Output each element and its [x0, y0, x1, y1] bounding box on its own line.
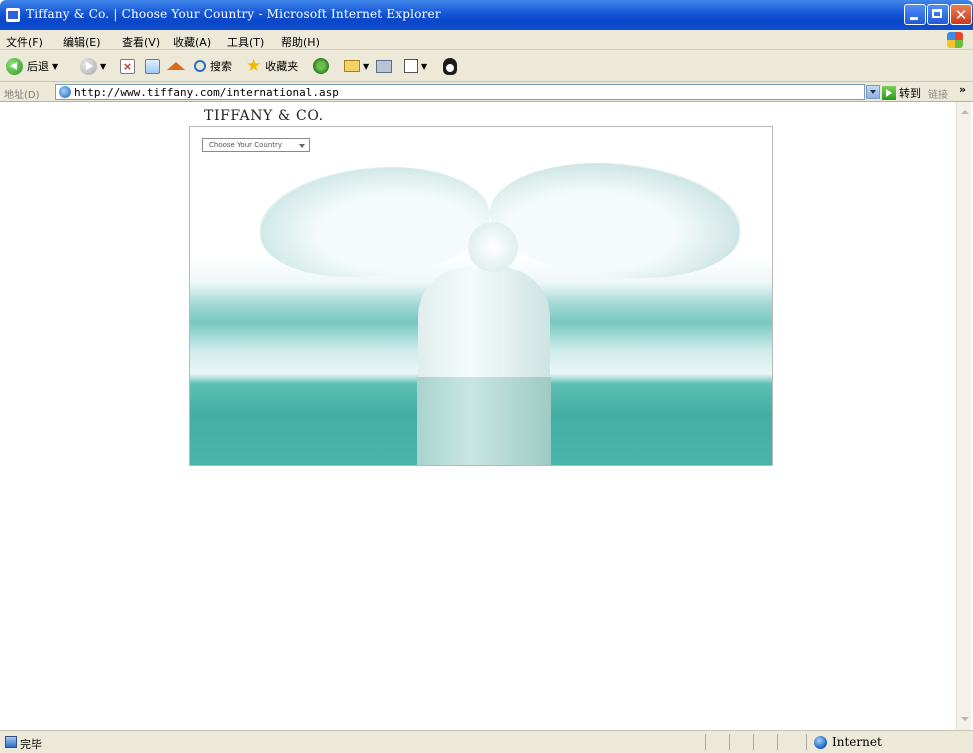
maximize-button[interactable] — [927, 4, 949, 25]
back-dropdown-icon[interactable]: ▼ — [52, 62, 58, 71]
status-divider — [705, 734, 706, 750]
qq-button[interactable] — [443, 57, 457, 75]
menu-bar: 文件(F) 编辑(E) 查看(V) 收藏(A) 工具(T) 帮助(H) — [0, 30, 973, 50]
go-arrow-icon — [882, 86, 896, 100]
ie-window-icon[interactable] — [6, 8, 20, 22]
menu-file[interactable]: 文件(F) — [6, 34, 43, 50]
page-done-icon — [5, 736, 17, 748]
qq-penguin-icon — [443, 57, 457, 75]
address-dropdown-icon[interactable] — [866, 85, 880, 99]
standard-toolbar: 后退 ▼ ▼ × 搜索 ★ 收藏夹 ▼ ▼ — [0, 50, 973, 82]
search-label: 搜索 — [210, 60, 232, 73]
refresh-button[interactable] — [145, 57, 160, 75]
bow-loop-right — [490, 163, 740, 278]
forward-button[interactable]: ▼ — [80, 57, 106, 75]
close-icon: ✕ — [954, 6, 968, 24]
go-button[interactable]: 转到 — [882, 85, 921, 101]
media-button[interactable] — [313, 57, 329, 75]
links-button[interactable]: 链接 — [928, 86, 948, 101]
ie-page-icon — [59, 86, 71, 98]
favorites-button[interactable]: ★ 收藏夹 — [246, 57, 298, 75]
menu-tools[interactable]: 工具(T) — [227, 34, 264, 50]
chevron-down-icon — [299, 144, 305, 148]
address-input[interactable]: http://www.tiffany.com/international.asp — [55, 84, 865, 100]
status-divider — [729, 734, 730, 750]
back-button[interactable]: 后退 ▼ — [6, 57, 58, 75]
menu-favorites[interactable]: 收藏(A) — [173, 34, 211, 50]
favorites-label: 收藏夹 — [265, 60, 299, 73]
minimize-button[interactable] — [904, 4, 926, 25]
status-text: 完毕 — [20, 738, 42, 751]
status-bar: 完毕 Internet — [0, 730, 973, 753]
window-title: Tiffany & Co. | Choose Your Country - Mi… — [26, 7, 441, 21]
scroll-down-icon[interactable] — [959, 713, 970, 726]
go-label: 转到 — [899, 87, 921, 100]
globe-icon — [814, 735, 827, 749]
close-button[interactable]: ✕ — [950, 4, 972, 25]
print-icon — [376, 59, 392, 73]
address-label: 地址(D) — [4, 90, 40, 101]
star-icon: ★ — [246, 55, 262, 76]
windows-logo-icon — [947, 32, 963, 48]
forward-dropdown-icon[interactable]: ▼ — [100, 62, 106, 71]
search-button[interactable]: 搜索 — [194, 57, 232, 75]
security-zone[interactable]: Internet — [814, 735, 882, 749]
mail-dropdown-icon[interactable]: ▼ — [363, 62, 369, 71]
forward-arrow-icon — [80, 57, 97, 75]
mail-button[interactable]: ▼ — [344, 57, 369, 75]
stop-icon: × — [120, 58, 135, 74]
bow-knot — [468, 222, 518, 272]
title-bar: Tiffany & Co. | Choose Your Country - Mi… — [0, 0, 973, 30]
edit-icon — [404, 59, 418, 73]
chevron-right-icon[interactable]: » — [959, 83, 966, 96]
scroll-up-icon[interactable] — [959, 106, 970, 119]
menu-help[interactable]: 帮助(H) — [281, 34, 320, 50]
edit-dropdown-icon[interactable]: ▼ — [421, 62, 427, 71]
zone-label: Internet — [832, 735, 882, 749]
tiffany-logo[interactable]: TIFFANY & CO. — [204, 108, 324, 124]
hero-image — [189, 126, 773, 466]
print-button[interactable] — [376, 57, 392, 75]
menu-view[interactable]: 查看(V) — [122, 34, 160, 50]
country-select-value: Choose Your Country — [209, 141, 283, 149]
status-divider — [753, 734, 754, 750]
country-select[interactable]: Choose Your Country — [202, 138, 310, 152]
back-label: 后退 — [27, 60, 49, 73]
mail-icon — [344, 60, 360, 72]
address-bar: 地址(D) http://www.tiffany.com/internation… — [0, 82, 973, 102]
media-icon — [313, 58, 329, 74]
edit-button[interactable]: ▼ — [404, 57, 427, 75]
ribbon-shadow — [417, 377, 551, 465]
page-viewport: TIFFANY & CO. Choose Your Country — [4, 102, 956, 730]
bow-loop-left — [260, 167, 490, 277]
search-icon — [194, 60, 206, 72]
refresh-icon — [145, 58, 160, 74]
status-divider — [777, 734, 778, 750]
vertical-scrollbar[interactable] — [956, 102, 971, 730]
home-button[interactable] — [167, 57, 185, 75]
home-icon — [167, 62, 185, 70]
stop-button[interactable]: × — [120, 57, 135, 75]
back-arrow-icon — [6, 57, 23, 75]
status-divider — [806, 734, 807, 750]
address-url[interactable]: http://www.tiffany.com/international.asp — [74, 86, 339, 99]
menu-edit[interactable]: 编辑(E) — [63, 34, 101, 50]
